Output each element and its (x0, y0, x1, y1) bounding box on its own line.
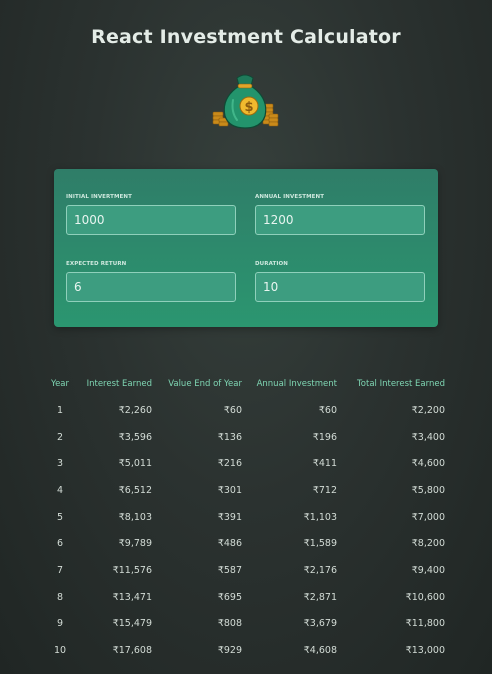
cell-total-interest-earned: ₹13,000 (405, 645, 445, 657)
duration-input[interactable] (255, 272, 425, 302)
cell-annual-investment: ₹4,608 (303, 645, 337, 657)
cell-annual-investment: ₹411 (312, 458, 337, 470)
cell-value-end-of-year: ₹301 (217, 484, 242, 496)
table-row: 3 ₹5,011 ₹216 ₹411 ₹4,600 (45, 450, 445, 477)
cell-annual-investment: ₹196 (312, 431, 337, 443)
cell-year: 4 (56, 484, 64, 496)
cell-year: 7 (56, 564, 64, 576)
header-annual-investment: Annual Investment (256, 379, 337, 389)
table-row: 10 ₹17,608 ₹929 ₹4,608 ₹13,000 (45, 637, 445, 664)
cell-value-end-of-year: ₹695 (217, 591, 242, 603)
table-row: 8 ₹13,471 ₹695 ₹2,871 ₹10,600 (45, 584, 445, 611)
cell-annual-investment: ₹3,679 (303, 618, 337, 630)
cell-annual-investment: ₹712 (312, 484, 337, 496)
cell-interest-earned: ₹13,471 (112, 591, 152, 603)
results-body: 1 ₹2,260 ₹60 ₹60 ₹2,200 2 ₹3,596 ₹136 ₹196 ₹3,400… (45, 397, 445, 664)
duration-label: DURATION (255, 261, 288, 267)
cell-total-interest-earned: ₹9,400 (411, 564, 445, 576)
cell-annual-investment: ₹60 (318, 404, 337, 416)
cell-interest-earned: ₹5,011 (118, 458, 152, 470)
duration-group: DURATION (255, 261, 425, 302)
cell-annual-investment: ₹2,176 (303, 564, 337, 576)
cell-total-interest-earned: ₹10,600 (405, 591, 445, 603)
cell-total-interest-earned: ₹5,800 (411, 484, 445, 496)
initial-investment-input[interactable] (66, 205, 236, 235)
cell-value-end-of-year: ₹929 (217, 645, 242, 657)
cell-total-interest-earned: ₹7,000 (411, 511, 445, 523)
cell-value-end-of-year: ₹60 (223, 404, 242, 416)
input-panel: INITIAL INVERTMENT ANNUAL INVESTMENT EXP… (54, 169, 438, 327)
cell-interest-earned: ₹17,608 (112, 645, 152, 657)
header-year: Year (51, 379, 69, 389)
cell-interest-earned: ₹2,260 (118, 404, 152, 416)
table-row: 2 ₹3,596 ₹136 ₹196 ₹3,400 (45, 424, 445, 451)
cell-year: 1 (56, 404, 64, 416)
table-row: 6 ₹9,789 ₹486 ₹1,589 ₹8,200 (45, 530, 445, 557)
table-row: 7 ₹11,576 ₹587 ₹2,176 ₹9,400 (45, 557, 445, 584)
initial-investment-label: INITIAL INVERTMENT (66, 194, 132, 200)
cell-interest-earned: ₹6,512 (118, 484, 152, 496)
cell-interest-earned: ₹9,789 (118, 538, 152, 550)
annual-investment-input[interactable] (255, 205, 425, 235)
results-header-row: Year Interest Earned Value End of Year A… (45, 371, 445, 397)
cell-value-end-of-year: ₹808 (217, 618, 242, 630)
cell-total-interest-earned: ₹2,200 (411, 404, 445, 416)
expected-return-label: EXPECTED RETURN (66, 261, 127, 267)
cell-total-interest-earned: ₹4,600 (411, 458, 445, 470)
cell-annual-investment: ₹1,589 (303, 538, 337, 550)
annual-investment-group: ANNUAL INVESTMENT (255, 194, 425, 235)
cell-annual-investment: ₹1,103 (303, 511, 337, 523)
cell-interest-earned: ₹15,479 (112, 618, 152, 630)
table-row: 9 ₹15,479 ₹808 ₹3,679 ₹11,800 (45, 611, 445, 638)
cell-interest-earned: ₹3,596 (118, 431, 152, 443)
cell-value-end-of-year: ₹486 (217, 538, 242, 550)
cell-total-interest-earned: ₹3,400 (411, 431, 445, 443)
cell-year: 5 (56, 511, 64, 523)
table-row: 1 ₹2,260 ₹60 ₹60 ₹2,200 (45, 397, 445, 424)
cell-value-end-of-year: ₹216 (217, 458, 242, 470)
svg-text:$: $ (244, 100, 253, 115)
initial-investment-group: INITIAL INVERTMENT (66, 194, 236, 235)
expected-return-input[interactable] (66, 272, 236, 302)
table-row: 4 ₹6,512 ₹301 ₹712 ₹5,800 (45, 477, 445, 504)
header-total-interest-earned: Total Interest Earned (357, 379, 445, 389)
cell-total-interest-earned: ₹11,800 (405, 618, 445, 630)
cell-year: 9 (56, 618, 64, 630)
header-value-end-of-year: Value End of Year (168, 379, 242, 389)
cell-year: 6 (56, 538, 64, 550)
table-row: 5 ₹8,103 ₹391 ₹1,103 ₹7,000 (45, 504, 445, 531)
cell-value-end-of-year: ₹136 (217, 431, 242, 443)
cell-year: 3 (56, 458, 64, 470)
cell-value-end-of-year: ₹587 (217, 564, 242, 576)
expected-return-group: EXPECTED RETURN (66, 261, 236, 302)
cell-year: 10 (53, 645, 67, 657)
cell-year: 2 (56, 431, 64, 443)
cell-value-end-of-year: ₹391 (217, 511, 242, 523)
results-table: Year Interest Earned Value End of Year A… (45, 371, 445, 664)
cell-year: 8 (56, 591, 64, 603)
cell-total-interest-earned: ₹8,200 (411, 538, 445, 550)
annual-investment-label: ANNUAL INVESTMENT (255, 194, 325, 200)
cell-annual-investment: ₹2,871 (303, 591, 337, 603)
header-interest-earned: Interest Earned (86, 379, 152, 389)
money-bag-icon: $ (212, 74, 279, 129)
page-title: React Investment Calculator (91, 26, 401, 48)
cell-interest-earned: ₹8,103 (118, 511, 152, 523)
cell-interest-earned: ₹11,576 (112, 564, 152, 576)
